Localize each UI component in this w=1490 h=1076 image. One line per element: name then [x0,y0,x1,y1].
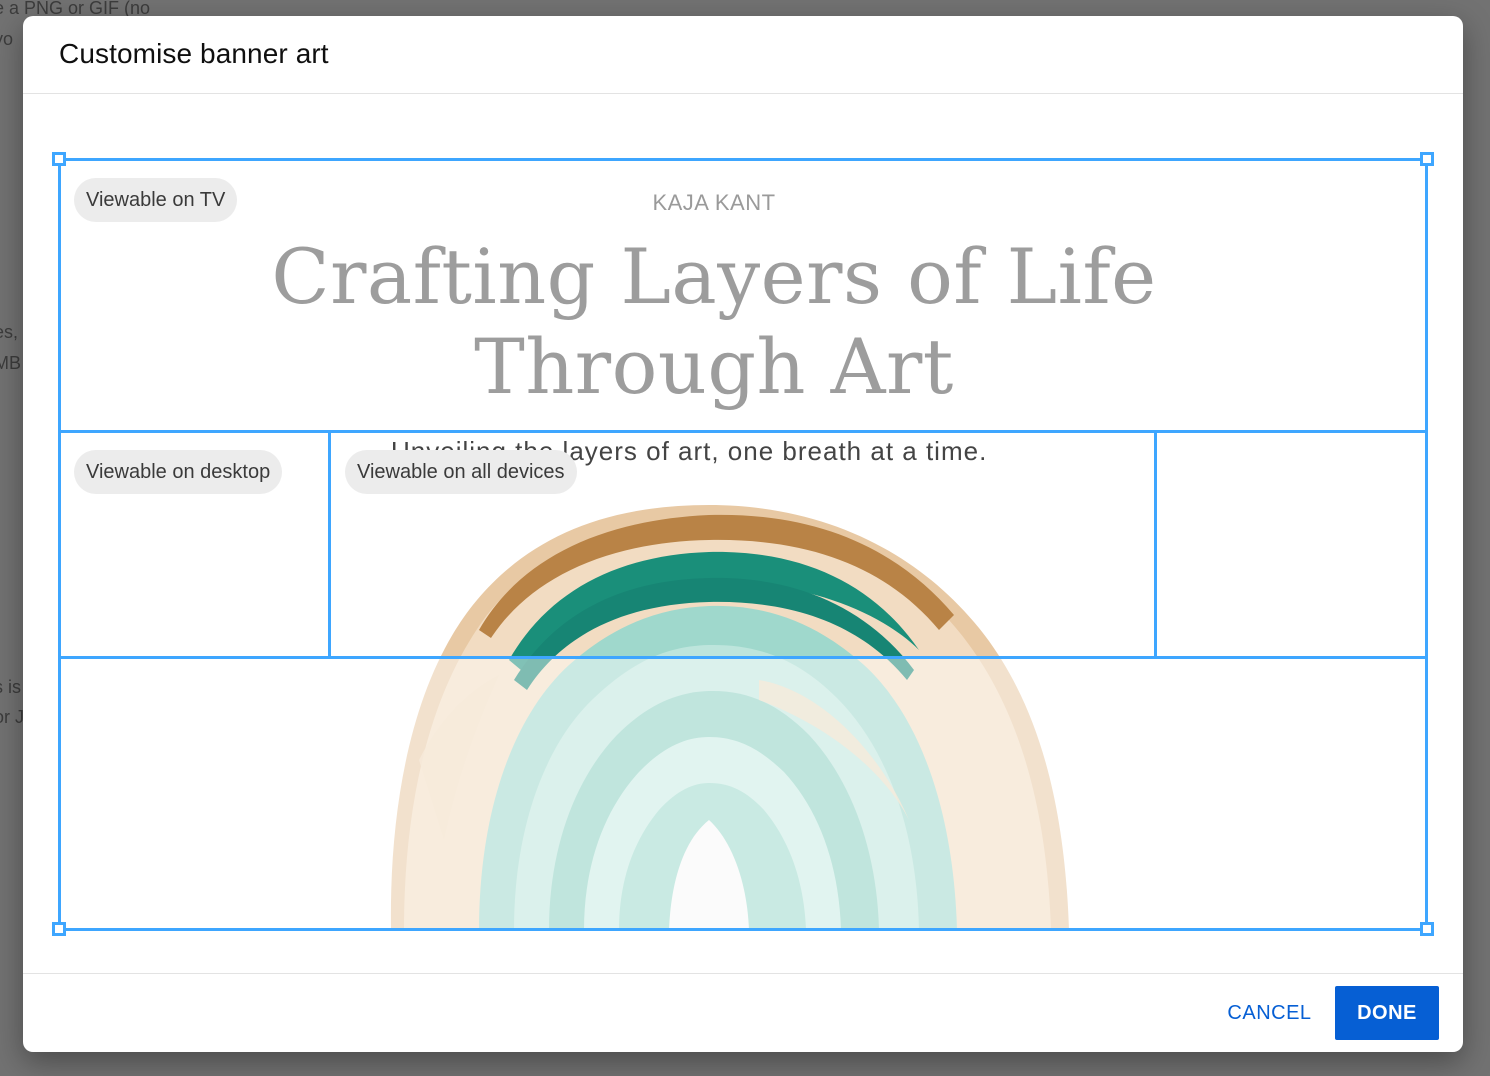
background-text: s is [0,677,21,697]
all-devices-right-line [1154,432,1157,658]
crop-frame[interactable] [58,158,1428,931]
crop-handle-bottom-left[interactable] [52,922,66,936]
dialog-title: Customise banner art [59,38,329,69]
all-devices-left-line [328,432,331,658]
viewable-on-tv-label: Viewable on TV [74,178,238,222]
background-text: MB [0,353,21,373]
crop-handle-top-left[interactable] [52,152,66,166]
dialog-header: Customise banner art [23,16,1463,94]
dialog-footer: CANCEL DONE [23,973,1463,1052]
background-text: yo [0,29,14,49]
desktop-safe-line [59,656,1427,659]
done-button[interactable]: DONE [1335,986,1439,1040]
crop-handle-bottom-right[interactable] [1420,922,1434,936]
tv-safe-line [59,430,1427,433]
background-text: or J [0,707,25,727]
crop-handle-top-right[interactable] [1420,152,1434,166]
viewable-on-all-devices-label: Viewable on all devices [345,450,577,494]
viewable-on-desktop-label: Viewable on desktop [74,450,283,494]
cancel-button[interactable]: CANCEL [1213,986,1326,1040]
